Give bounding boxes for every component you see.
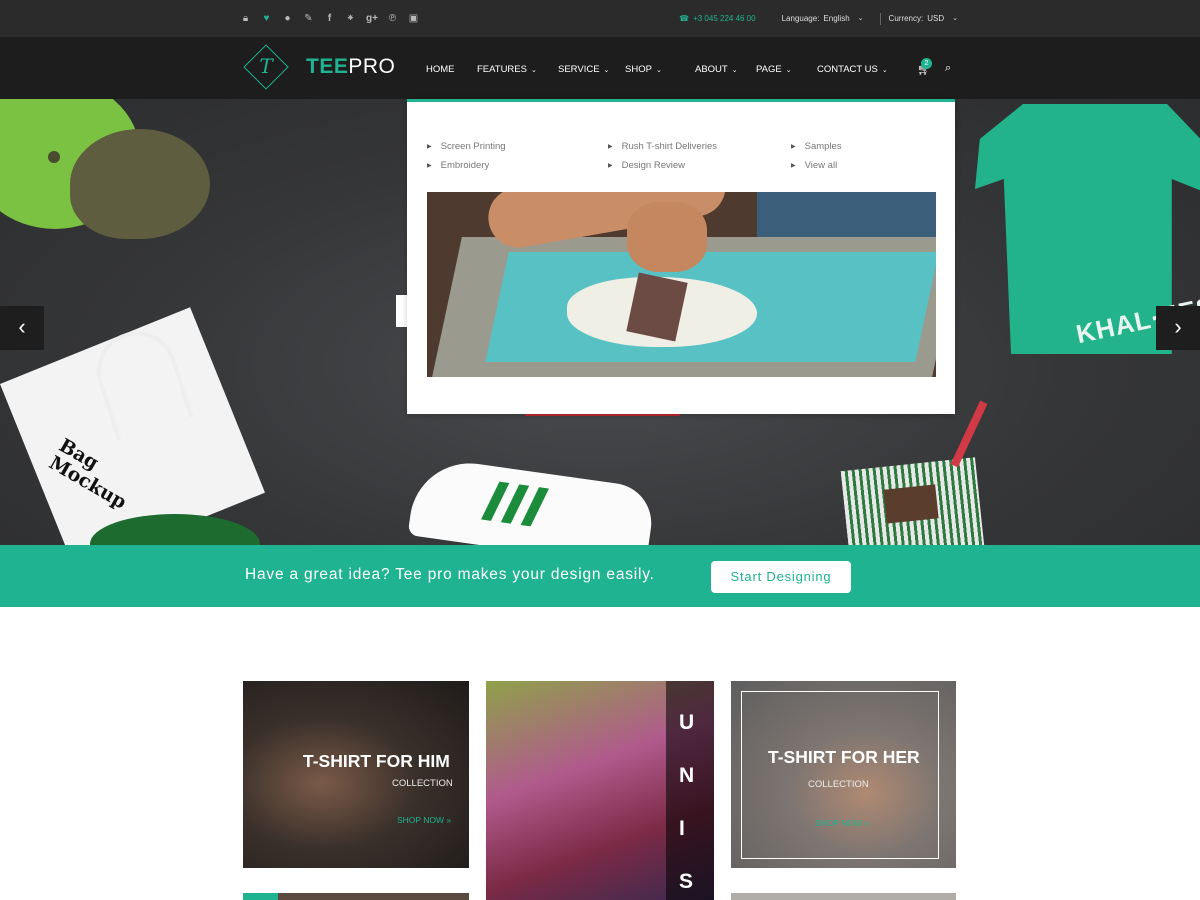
model-photo xyxy=(243,681,469,868)
user-icon[interactable]: ● xyxy=(282,0,293,37)
sneaker-stripes xyxy=(481,481,549,528)
chevron-down-icon: ⌄ xyxy=(655,67,662,74)
search-icon[interactable]: ⌕ xyxy=(945,62,951,75)
start-designing-button[interactable]: Start Designing xyxy=(711,561,851,593)
wallet-tag-image xyxy=(883,484,939,524)
cap-button-image xyxy=(48,151,60,163)
menu-item-view-all[interactable]: ▶ View all xyxy=(791,156,842,175)
caret-right-icon: ▶ xyxy=(608,163,613,169)
cta-banner: Have a great idea? Tee pro makes your de… xyxy=(0,545,1200,607)
twitter-icon[interactable]: ⁕ xyxy=(345,0,356,37)
chevron-down-icon: ⌄ xyxy=(731,67,738,74)
chevron-down-icon: ⌄ xyxy=(785,67,792,74)
divider xyxy=(879,12,881,25)
chevron-down-icon: ⌄ xyxy=(603,67,610,74)
chevron-down-icon: ⌄ xyxy=(952,15,958,22)
nav-contact-us[interactable]: CONTACT US ⌄ xyxy=(817,37,888,99)
unisex-vertical-label: U N I S xyxy=(679,711,695,893)
caret-right-icon: ▶ xyxy=(608,144,613,150)
chevron-right-icon: › xyxy=(1174,314,1182,339)
logo-text: TEEPRO xyxy=(306,55,396,78)
nav-home[interactable]: HOME xyxy=(426,37,455,99)
collection-card-her[interactable]: T-SHIRT FOR HER COLLECTION SHOP NOW » xyxy=(731,681,956,868)
chevron-left-icon: ‹ xyxy=(18,314,26,339)
language-selector[interactable]: Language: English ⌄ xyxy=(782,14,864,23)
collection-subtitle: COLLECTION xyxy=(808,779,869,790)
dropdown-column: ▶ Samples ▶ View all xyxy=(791,137,842,175)
menu-item-embroidery[interactable]: ▶ Embroidery xyxy=(427,156,506,175)
collection-title: T-SHIRT FOR HIM xyxy=(303,751,450,771)
facebook-icon[interactable]: f xyxy=(324,0,335,37)
lock-icon[interactable]: 🔒︎ xyxy=(240,0,251,37)
menu-item-rush-deliveries[interactable]: ▶ Rush T-shirt Deliveries xyxy=(608,137,717,156)
screen-printing-photo xyxy=(427,192,936,377)
shop-now-link[interactable]: SHOP NOW » xyxy=(397,815,451,825)
collection-card-him[interactable]: T-SHIRT FOR HIM COLLECTION SHOP NOW » xyxy=(243,681,469,868)
dropdown-column: ▶ Screen Printing ▶ Embroidery xyxy=(427,137,506,175)
nav-features[interactable]: FEATURES ⌄ xyxy=(477,37,537,99)
phone-icon: ☎ xyxy=(679,14,690,23)
chevron-down-icon: ⌄ xyxy=(857,15,864,22)
phone-number[interactable]: ☎ +3 045 224 46 00 xyxy=(679,14,755,23)
caret-right-icon: ▶ xyxy=(427,144,432,150)
collection-card-unisex[interactable]: U N I S xyxy=(486,681,714,900)
cta-text: Have a great idea? Tee pro makes your de… xyxy=(245,566,655,583)
service-dropdown-menu: ▶ Screen Printing ▶ Embroidery ▶ Rush T-shi… xyxy=(407,99,955,414)
nav-about[interactable]: ABOUT ⌄ xyxy=(695,37,738,99)
chevron-down-icon: ⌄ xyxy=(530,67,537,74)
pinterest-icon[interactable]: ℗ xyxy=(387,0,398,37)
main-header: T TEEPRO HOME FEATURES ⌄ SERVICE ⌄ SHOP ⌄ A… xyxy=(0,37,1200,99)
pencil-icon[interactable]: ✎ xyxy=(303,0,314,37)
heart-icon[interactable]: ♥ xyxy=(261,0,272,37)
slider-prev-button[interactable]: ‹ xyxy=(0,306,44,350)
google-plus-icon[interactable]: g+ xyxy=(366,0,378,37)
shop-now-link[interactable]: SHOP NOW » xyxy=(815,818,869,828)
next-row-card-edge xyxy=(731,893,956,900)
social-links: 🔒︎ ♥ ● ✎ f ⁕ g+ ℗ ▣ xyxy=(240,0,419,37)
accent-tab xyxy=(243,893,278,900)
topbar: 🔒︎ ♥ ● ✎ f ⁕ g+ ℗ ▣ ☎ +3 045 224 46 00 L… xyxy=(0,0,1200,37)
caret-right-icon: ▶ xyxy=(791,163,796,169)
menu-item-screen-printing[interactable]: ▶ Screen Printing xyxy=(427,137,506,156)
chevron-down-icon: ⌄ xyxy=(881,67,888,74)
collection-subtitle: COLLECTION xyxy=(392,778,453,789)
caret-right-icon: ▶ xyxy=(427,163,432,169)
card-frame xyxy=(741,691,939,859)
nav-page[interactable]: PAGE ⌄ xyxy=(756,37,792,99)
logo[interactable]: T TEEPRO xyxy=(243,44,395,90)
nav-shop[interactable]: SHOP ⌄ xyxy=(625,37,662,99)
logo-mark: T xyxy=(243,44,289,90)
menu-item-design-review[interactable]: ▶ Design Review xyxy=(608,156,717,175)
slider-next-button[interactable]: › xyxy=(1156,306,1200,350)
menu-item-samples[interactable]: ▶ Samples xyxy=(791,137,842,156)
nav-service[interactable]: SERVICE ⌄ xyxy=(558,37,609,99)
instagram-icon[interactable]: ▣ xyxy=(408,0,419,37)
next-row-card-edge xyxy=(243,893,469,900)
topbar-right: ☎ +3 045 224 46 00 Language: English ⌄ C… xyxy=(679,0,958,37)
currency-selector[interactable]: Currency: USD ⌄ xyxy=(889,14,958,23)
dropdown-column: ▶ Rush T-shirt Deliveries ▶ Design Review xyxy=(608,137,717,175)
cart-count-badge: 2 xyxy=(921,58,932,69)
caret-right-icon: ▶ xyxy=(791,144,796,150)
collection-title: T-SHIRT FOR HER xyxy=(768,747,920,767)
cap-brim-image xyxy=(70,129,210,239)
